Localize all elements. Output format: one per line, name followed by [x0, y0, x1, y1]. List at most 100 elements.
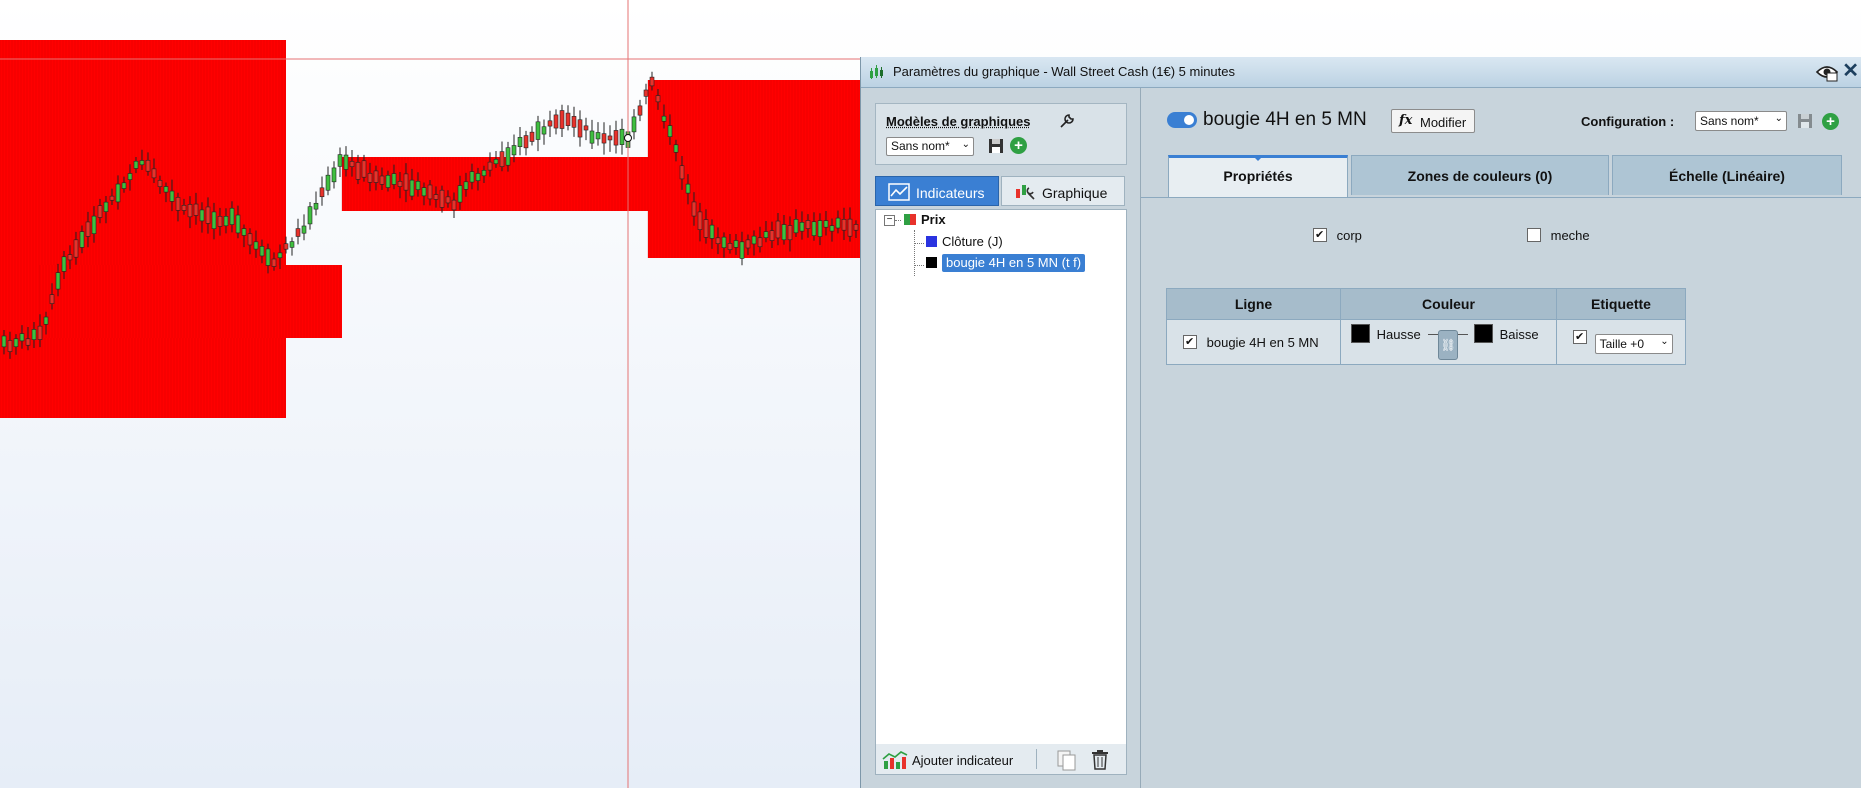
crosshair-point: [624, 134, 632, 142]
candle-down: [565, 112, 571, 126]
candle-down: [787, 225, 793, 241]
candle-down: [367, 173, 373, 183]
candle-up: [835, 217, 841, 229]
candle-up: [277, 252, 283, 259]
prix-color-swatch: [904, 214, 916, 225]
candle-down: [643, 89, 649, 97]
configuration-select-value: Sans nom*: [1700, 114, 1759, 128]
indicator-settings: bougie 4H en 5 MN fx Modifier Configurat…: [1141, 88, 1861, 788]
cell-label: Taille +0 ⌄: [1556, 319, 1686, 365]
candle-down: [193, 203, 199, 216]
tree-item-bougie[interactable]: bougie 4H en 5 MN (t f): [926, 254, 1086, 275]
candle-up: [91, 215, 97, 234]
candle-down: [487, 161, 493, 171]
candle-up: [169, 190, 175, 202]
candle-down: [559, 110, 565, 129]
size-select[interactable]: Taille +0 ⌄: [1594, 334, 1673, 354]
tab-indicators[interactable]: Indicateurs: [875, 176, 999, 206]
option-body[interactable]: corp: [1313, 228, 1362, 243]
indicator-enable-toggle[interactable]: [1167, 112, 1197, 128]
candle-up: [127, 173, 133, 180]
save-icon[interactable]: [1797, 113, 1813, 129]
add-indicator-label: Ajouter indicateur: [912, 753, 1014, 768]
down-label: Baisse: [1499, 327, 1539, 342]
property-tabs: Propriétés Zones de couleurs (0) Échelle…: [1141, 155, 1861, 198]
line-label: bougie 4H en 5 MN: [1206, 334, 1319, 350]
tab-chart[interactable]: Graphique: [1001, 176, 1125, 206]
fx-icon: fx: [1399, 113, 1413, 128]
body-checkbox[interactable]: [1313, 228, 1327, 242]
up-color-swatch[interactable]: [1351, 324, 1370, 343]
tab-properties[interactable]: Propriétés: [1168, 155, 1348, 197]
candle-down: [529, 131, 535, 142]
label-checkbox[interactable]: [1573, 330, 1587, 344]
candles-app-icon: [870, 65, 883, 79]
option-wick[interactable]: meche: [1527, 228, 1590, 243]
candle-down: [175, 197, 181, 211]
eye-icon[interactable]: [1815, 62, 1839, 82]
candle-up: [751, 235, 757, 245]
candle-down: [775, 220, 781, 239]
candle-down: [283, 243, 289, 250]
candle-down: [355, 162, 361, 180]
candle-down: [577, 119, 583, 138]
save-icon[interactable]: [988, 138, 1004, 154]
candle-up: [709, 224, 715, 239]
candle-down: [25, 338, 31, 346]
tab-color-zones[interactable]: Zones de couleurs (0): [1351, 155, 1609, 195]
indicator-title: bougie 4H en 5 MN: [1203, 109, 1367, 130]
tab-scale[interactable]: Échelle (Linéaire): [1612, 155, 1842, 195]
candle-down: [715, 237, 721, 245]
down-color-swatch[interactable]: [1473, 324, 1493, 343]
candle-down: [613, 130, 619, 146]
add-configuration-icon[interactable]: +: [1822, 113, 1839, 130]
models-select[interactable]: Sans nom* ⌄: [886, 137, 974, 156]
candle-up: [667, 125, 673, 137]
configuration-select[interactable]: Sans nom* ⌄: [1695, 111, 1787, 131]
modify-button[interactable]: fx Modifier: [1391, 109, 1475, 133]
candle-down: [271, 258, 277, 267]
candle-up: [79, 231, 85, 248]
candle-up: [301, 225, 307, 234]
candle-down: [403, 173, 409, 191]
candle-down: [547, 120, 553, 127]
candle-up: [325, 174, 331, 191]
candle-up: [307, 206, 313, 225]
header-color: Couleur: [1340, 288, 1557, 320]
candle-down: [97, 205, 103, 218]
candle-down: [73, 239, 79, 258]
dialog-titlebar[interactable]: Paramètres du graphique - Wall Street Ca…: [861, 57, 1861, 88]
add-model-icon[interactable]: +: [1010, 137, 1027, 154]
models-title: Modèles de graphiques: [886, 114, 1031, 129]
candle-up: [409, 179, 415, 197]
tree-item-label: Clôture (J): [942, 234, 1003, 249]
wick-checkbox[interactable]: [1527, 228, 1541, 242]
candle-up: [331, 167, 337, 183]
line-checkbox[interactable]: [1183, 334, 1197, 349]
tree-root-prix[interactable]: Prix: [904, 212, 946, 232]
candle-up: [199, 209, 205, 222]
chart-line-icon: [888, 183, 910, 201]
body-label: corp: [1336, 228, 1362, 243]
candle-down: [349, 161, 355, 167]
candle-up: [463, 181, 469, 190]
link-icon[interactable]: ⛓: [1438, 330, 1459, 360]
trash-icon[interactable]: [1090, 749, 1110, 771]
indicator-tree: − Prix Clôture (J) bougie 4H en 5 MN (t …: [875, 209, 1127, 746]
candle-up: [505, 147, 511, 166]
candle-up: [475, 173, 481, 181]
candle-up: [13, 338, 19, 348]
toolbar-divider: [1036, 749, 1037, 769]
candle-up: [781, 224, 787, 241]
collapse-toggle[interactable]: −: [884, 215, 895, 226]
copy-icon[interactable]: [1056, 749, 1078, 771]
candle-down: [637, 105, 643, 116]
candle-up: [793, 219, 799, 234]
candle-down: [109, 195, 115, 201]
tree-item-cloture[interactable]: Clôture (J): [926, 234, 1003, 254]
wrench-icon[interactable]: [1058, 112, 1076, 130]
up-label: Hausse: [1376, 327, 1421, 342]
candle-up: [421, 187, 427, 197]
close-icon[interactable]: ✕: [1842, 60, 1859, 82]
candle-up: [739, 241, 745, 259]
